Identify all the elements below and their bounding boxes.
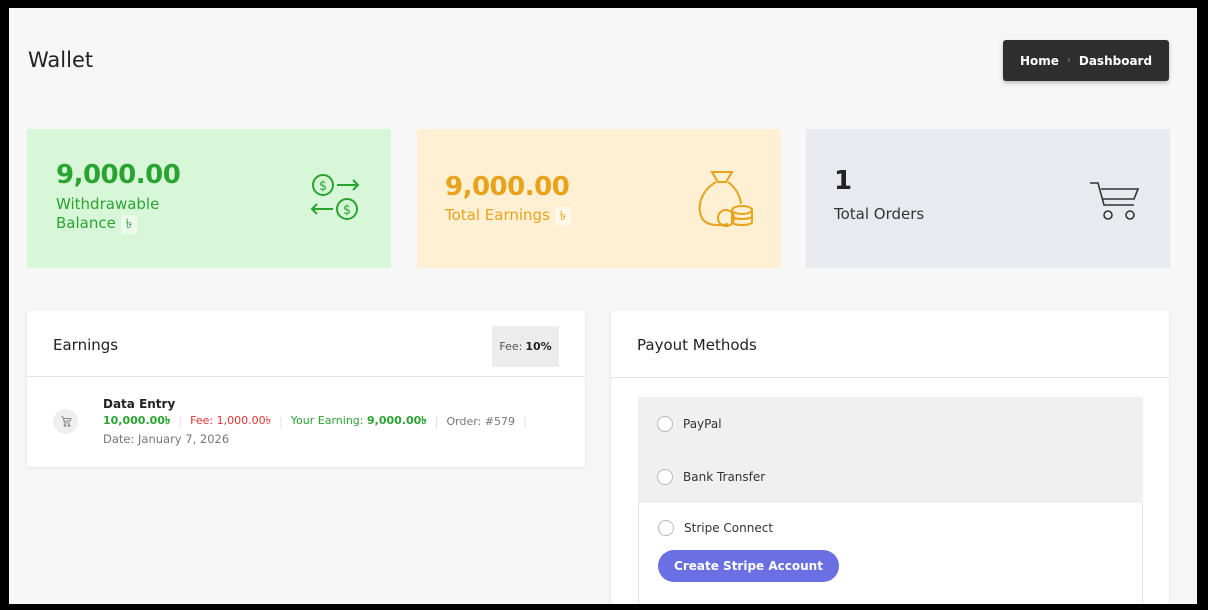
payout-card-header: Payout Methods (611, 311, 1169, 378)
total-orders-label: Total Orders (834, 205, 925, 223)
payout-option-paypal[interactable]: PayPal (638, 397, 1143, 450)
cart-icon (53, 409, 78, 434)
divider: | (178, 415, 183, 428)
page-title: Wallet (28, 48, 94, 72)
paypal-radio[interactable] (657, 415, 673, 432)
total-earnings-label-text: Total Earnings (445, 206, 550, 224)
fee-badge: Fee: 10% (492, 326, 559, 367)
breadcrumb-home-link[interactable]: Home (1020, 54, 1059, 68)
payout-methods-title: Payout Methods (637, 336, 757, 354)
withdrawable-balance-card: 9,000.00 Withdrawable Balance ৳ $ $ (27, 129, 391, 268)
bank-transfer-radio[interactable] (657, 468, 673, 485)
stripe-connect-label: Stripe Connect (684, 521, 774, 535)
paypal-label: PayPal (683, 416, 722, 431)
withdrawable-balance-label: Withdrawable Balance ৳ (56, 195, 196, 234)
your-earning-value: 9,000.00৳ (366, 414, 427, 427)
earnings-card-header: Earnings Fee: 10% (27, 311, 585, 377)
money-exchange-icon: $ $ (310, 174, 360, 220)
cart-icon (1090, 182, 1140, 220)
entry-fee: Fee: 1,000.00৳ (190, 414, 272, 427)
withdrawable-label-line1: Withdrawable (56, 195, 160, 213)
breadcrumb-current[interactable]: Dashboard (1079, 54, 1152, 68)
payout-option-stripe-connect: Stripe Connect Create Stripe Account (638, 503, 1143, 604)
total-orders-value: 1 (834, 166, 852, 196)
total-earnings-value: 9,000.00 (445, 172, 570, 202)
payout-methods-list: PayPal Bank Transfer Stripe Connect Crea… (638, 397, 1143, 604)
divider: | (279, 415, 283, 428)
withdrawable-balance-value: 9,000.00 (56, 160, 181, 190)
bank-transfer-label: Bank Transfer (683, 469, 766, 484)
earnings-card: Earnings Fee: 10% Data Entry 10,000.00৳ … (27, 311, 585, 467)
total-earnings-card: 9,000.00 Total Earnings ৳ (417, 129, 781, 268)
divider: | (522, 415, 527, 428)
entry-amount: 10,000.00৳ (103, 414, 171, 427)
entry-your-earning: Your Earning: 9,000.00৳ (291, 412, 427, 431)
entry-details: 10,000.00৳ | Fee: 1,000.00৳ | Your Earni… (103, 412, 535, 431)
svg-text:$: $ (343, 203, 351, 218)
currency-symbol: ৳ (554, 207, 572, 226)
currency-symbol: ৳ (120, 215, 138, 234)
your-earning-label: Your Earning: (290, 414, 364, 427)
fee-badge-value: 10% (525, 340, 552, 353)
entry-date: Date: January 7, 2026 (103, 432, 230, 446)
payout-methods-card: Payout Methods PayPal Bank Transfer Stri… (611, 311, 1169, 604)
wallet-page: Wallet Home › Dashboard 9,000.00 Withdra… (9, 8, 1197, 604)
breadcrumb: Home › Dashboard (1003, 40, 1169, 81)
total-earnings-label: Total Earnings ৳ (445, 206, 572, 226)
earning-entry: Data Entry 10,000.00৳ | Fee: 1,000.00৳ |… (27, 378, 585, 467)
entry-name: Data Entry (103, 397, 176, 411)
fee-badge-label: Fee: (499, 340, 523, 353)
withdrawable-label-line2: Balance (56, 214, 116, 232)
create-stripe-account-button[interactable]: Create Stripe Account (658, 550, 839, 582)
earnings-title: Earnings (53, 336, 119, 354)
entry-order: Order: #579 (446, 415, 515, 428)
total-orders-card: 1 Total Orders (806, 129, 1170, 268)
breadcrumb-separator: › (1066, 55, 1071, 66)
divider: | (434, 415, 439, 428)
stripe-connect-row[interactable]: Stripe Connect (658, 520, 773, 536)
payout-option-bank-transfer[interactable]: Bank Transfer (638, 450, 1143, 503)
svg-text:$: $ (319, 179, 327, 194)
money-bag-icon (698, 171, 753, 227)
stripe-connect-radio[interactable] (658, 520, 674, 536)
